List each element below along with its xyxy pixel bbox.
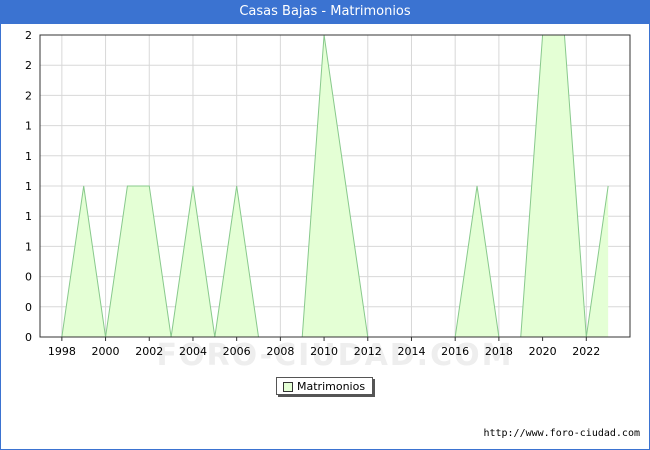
y-tick-label: 2 — [25, 29, 32, 42]
x-tick-label: 2000 — [92, 345, 120, 358]
y-tick-label: 2 — [25, 89, 32, 102]
x-tick-label: 2012 — [354, 345, 382, 358]
x-tick-label: 2018 — [485, 345, 513, 358]
y-tick-label: 1 — [25, 180, 32, 193]
source-link[interactable]: http://www.foro-ciudad.com — [483, 428, 640, 439]
y-tick-label: 0 — [25, 301, 32, 314]
x-tick-label: 2010 — [310, 345, 338, 358]
y-tick-label: 1 — [25, 120, 32, 133]
x-tick-label: 1998 — [48, 345, 76, 358]
y-tick-label: 0 — [25, 331, 32, 344]
x-tick-label: 2008 — [266, 345, 294, 358]
x-tick-label: 2006 — [223, 345, 251, 358]
legend-label: Matrimonios — [297, 380, 366, 393]
y-tick-label: 0 — [25, 271, 32, 284]
x-tick-label: 2020 — [529, 345, 557, 358]
x-tick-label: 2014 — [397, 345, 425, 358]
x-tick-label: 2002 — [135, 345, 163, 358]
legend-swatch — [283, 382, 293, 392]
y-tick-label: 1 — [25, 210, 32, 223]
legend: Matrimonios — [276, 377, 373, 395]
y-tick-label: 1 — [25, 150, 32, 163]
x-tick-label: 2022 — [572, 345, 600, 358]
x-tick-label: 2004 — [179, 345, 207, 358]
y-tick-label: 2 — [25, 59, 32, 72]
y-tick-label: 1 — [25, 240, 32, 253]
x-tick-label: 2016 — [441, 345, 469, 358]
